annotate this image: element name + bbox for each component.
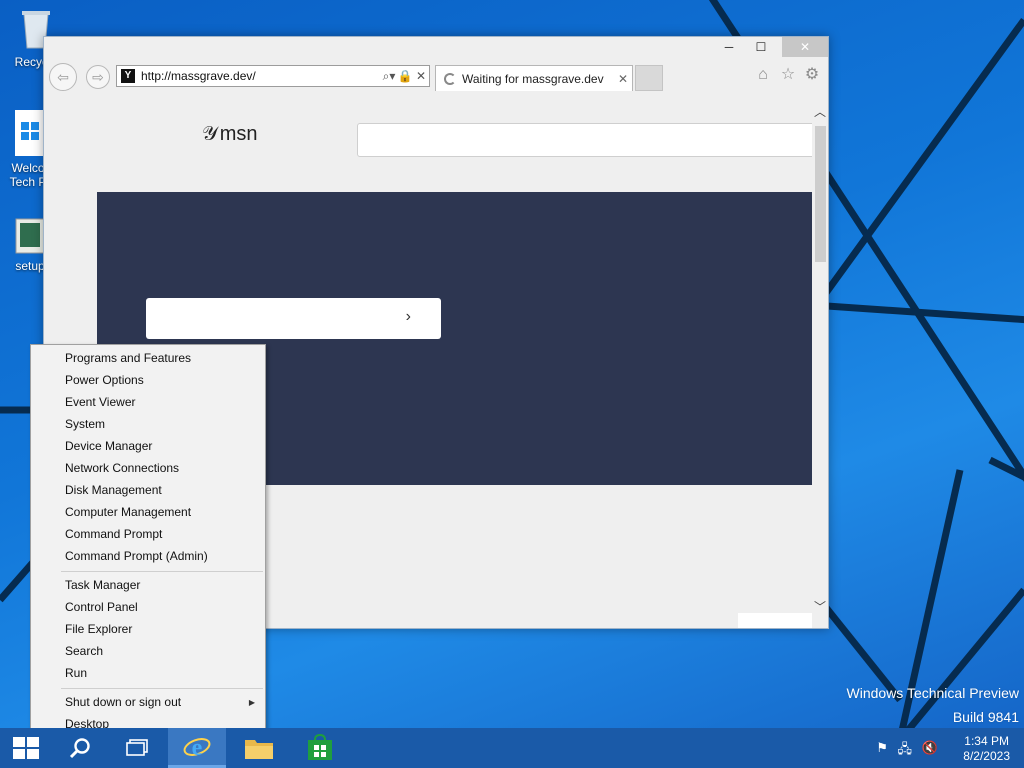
menu-file-explorer[interactable]: File Explorer	[65, 622, 132, 636]
menu-shut-down[interactable]: Shut down or sign out	[65, 695, 181, 709]
home-icon[interactable]: ⌂	[753, 65, 773, 85]
task-view-button[interactable]	[112, 728, 162, 768]
settings-gear-icon[interactable]: ⚙	[802, 65, 822, 85]
msn-search-input[interactable]	[357, 123, 815, 157]
hero-pill-button[interactable]: ›	[146, 298, 441, 339]
new-tab-button[interactable]	[635, 65, 663, 91]
windows-logo-icon	[15, 110, 45, 156]
favicon-icon: Y	[121, 69, 135, 83]
back-arrow-icon: ⇦	[57, 68, 69, 85]
menu-control-panel[interactable]: Control Panel	[65, 600, 138, 614]
watermark-line1: Windows Technical Preview	[846, 685, 1019, 701]
menu-disk-management[interactable]: Disk Management	[65, 483, 162, 497]
menu-separator	[61, 571, 263, 572]
taskbar: e ⚑ 🖧 🔇 1:34 PM 8/2/2023	[0, 728, 1024, 768]
clock-date: 8/2/2023	[963, 749, 1010, 763]
task-view-icon	[126, 739, 148, 756]
menu-programs-features[interactable]: Programs and Features	[65, 351, 191, 365]
msn-logo[interactable]: 𝒴 msn	[202, 123, 257, 146]
lock-icon[interactable]: 🔒	[397, 69, 413, 83]
svg-text:e: e	[192, 735, 203, 761]
quick-link-menu: Programs and Features Power Options Even…	[30, 344, 266, 737]
folder-icon	[245, 740, 273, 759]
menu-network-connections[interactable]: Network Connections	[65, 461, 179, 475]
menu-command-prompt[interactable]: Command Prompt	[65, 527, 162, 541]
menu-system[interactable]: System	[65, 417, 105, 431]
vertical-scrollbar[interactable]: ︿ ﹀	[812, 93, 828, 628]
chevron-right-icon: ›	[405, 308, 411, 325]
footer-box	[738, 613, 812, 628]
tab-close-icon[interactable]: ✕	[614, 72, 632, 86]
menu-separator	[61, 688, 263, 689]
forward-button[interactable]: ⇨	[86, 65, 110, 89]
msn-logo-text: msn	[219, 123, 258, 145]
watermark-line2: Build 9841	[952, 709, 1019, 725]
menu-search[interactable]: Search	[65, 644, 103, 658]
menu-run[interactable]: Run	[65, 666, 87, 680]
taskbar-file-explorer[interactable]	[234, 728, 284, 768]
start-button[interactable]	[0, 728, 52, 768]
browser-tab[interactable]: Waiting for massgrave.dev ✕	[435, 65, 633, 91]
menu-power-options[interactable]: Power Options	[65, 373, 144, 387]
url-text[interactable]: http://massgrave.dev/	[141, 69, 381, 83]
volume-muted-icon[interactable]: 🔇	[922, 740, 938, 756]
address-bar[interactable]: Y http://massgrave.dev/ ⌕▾ 🔒 ✕	[116, 65, 430, 87]
msn-butterfly-icon: 𝒴	[202, 123, 218, 145]
menu-event-viewer[interactable]: Event Viewer	[65, 395, 135, 409]
scroll-down-icon[interactable]: ﹀	[812, 598, 828, 614]
scroll-thumb[interactable]	[815, 126, 826, 262]
menu-computer-management[interactable]: Computer Management	[65, 505, 191, 519]
menu-device-manager[interactable]: Device Manager	[65, 439, 152, 453]
submenu-arrow-icon: ▶	[248, 698, 255, 707]
network-icon[interactable]: 🖧	[898, 740, 913, 762]
close-button[interactable]: ✕	[782, 37, 828, 57]
store-icon	[308, 734, 332, 760]
minimize-button[interactable]: ─	[714, 37, 744, 57]
back-button[interactable]: ⇦	[49, 63, 77, 91]
search-icon	[69, 738, 90, 759]
taskbar-search-button[interactable]	[56, 728, 104, 768]
setup-icon	[15, 218, 45, 254]
menu-command-prompt-admin[interactable]: Command Prompt (Admin)	[65, 549, 208, 563]
search-dropdown-icon[interactable]: ⌕▾	[381, 69, 397, 84]
scroll-up-icon[interactable]: ︿	[812, 103, 828, 119]
loading-spinner-icon	[444, 72, 456, 85]
forward-arrow-icon: ⇨	[92, 68, 104, 85]
stop-icon[interactable]: ✕	[413, 69, 429, 83]
maximize-button[interactable]: ☐	[746, 37, 776, 57]
internet-explorer-icon: e	[183, 735, 211, 761]
windows-start-icon	[13, 737, 39, 759]
taskbar-store[interactable]	[296, 728, 344, 768]
favorites-star-icon[interactable]: ☆	[778, 65, 798, 85]
system-clock[interactable]: 1:34 PM 8/2/2023	[963, 734, 1010, 764]
menu-task-manager[interactable]: Task Manager	[65, 578, 140, 592]
action-center-flag-icon[interactable]: ⚑	[876, 740, 888, 756]
taskbar-internet-explorer[interactable]: e	[168, 728, 226, 768]
clock-time: 1:34 PM	[964, 734, 1009, 748]
tab-title: Waiting for massgrave.dev	[462, 71, 604, 86]
